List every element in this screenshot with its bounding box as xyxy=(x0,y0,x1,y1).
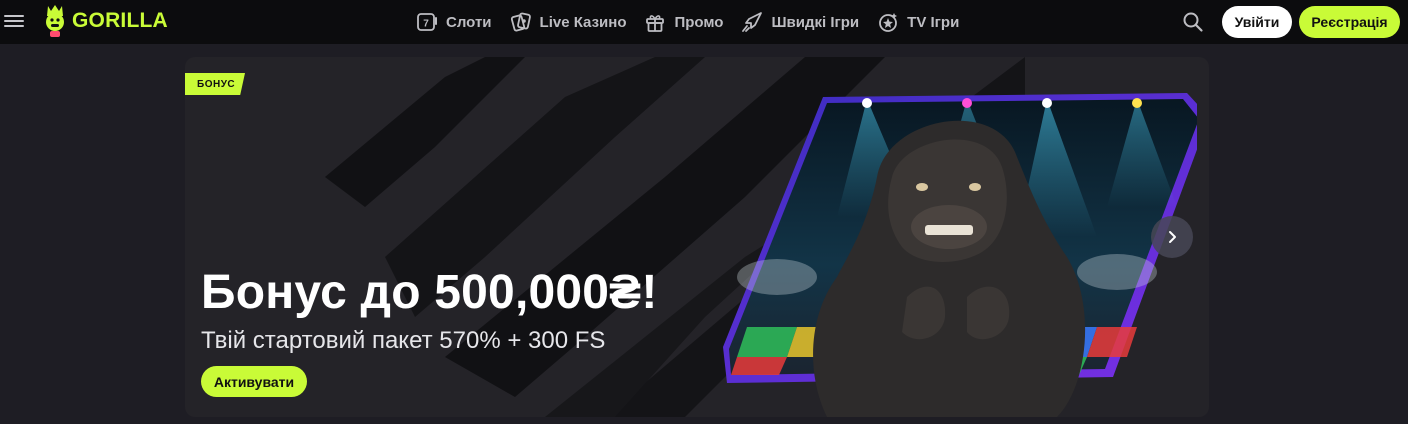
nav-label: Промо xyxy=(674,13,724,31)
gift-icon xyxy=(646,15,665,32)
top-header: GORILLA 7 Слоти Live Казино Промо Швидкі… xyxy=(0,0,1408,44)
gorilla-stage-illustration xyxy=(723,93,1197,417)
main-nav: 7 Слоти Live Казино Промо Швидкі Ігри TV… xyxy=(416,0,977,44)
brand-logo[interactable]: GORILLA xyxy=(42,2,168,40)
nav-label: Швидкі Ігри xyxy=(771,13,860,31)
promo-subtitle: Твій стартовий пакет 570% + 300 FS xyxy=(201,327,606,354)
bonus-badge: БОНУС xyxy=(185,73,245,95)
gorilla-logo-icon xyxy=(46,5,64,37)
nav-label: TV Ігри xyxy=(907,13,960,31)
svg-text:7: 7 xyxy=(423,19,429,30)
live-cards-icon xyxy=(510,12,531,32)
nav-label: Слоти xyxy=(446,13,492,31)
nav-item-promo[interactable]: Промо xyxy=(644,0,723,44)
slider-next-button[interactable] xyxy=(1151,216,1193,258)
nav-item-tv-games[interactable]: TV Ігри xyxy=(877,0,959,44)
menu-burger-icon[interactable] xyxy=(4,12,24,32)
rocket-icon xyxy=(742,12,763,32)
promo-title: Бонус до 500,000₴! xyxy=(201,266,658,319)
promo-banner[interactable]: БОНУС Бонус до 500,000₴! Твій стартовий … xyxy=(185,57,1209,417)
brand-name: GORILLA xyxy=(72,9,168,32)
nav-item-live-casino[interactable]: Live Казино xyxy=(510,0,627,44)
activate-button[interactable]: Активувати xyxy=(201,366,307,397)
tv-games-icon xyxy=(879,13,898,32)
nav-item-fast-games[interactable]: Швидкі Ігри xyxy=(741,0,859,44)
search-icon[interactable] xyxy=(1182,11,1204,33)
nav-item-slots[interactable]: 7 Слоти xyxy=(416,0,492,44)
register-button[interactable]: Реєстрація xyxy=(1299,6,1400,38)
chevron-right-icon xyxy=(1169,231,1176,243)
login-button[interactable]: Увійти xyxy=(1222,6,1292,38)
slots-icon: 7 xyxy=(417,13,437,31)
nav-label: Live Казино xyxy=(539,13,627,31)
